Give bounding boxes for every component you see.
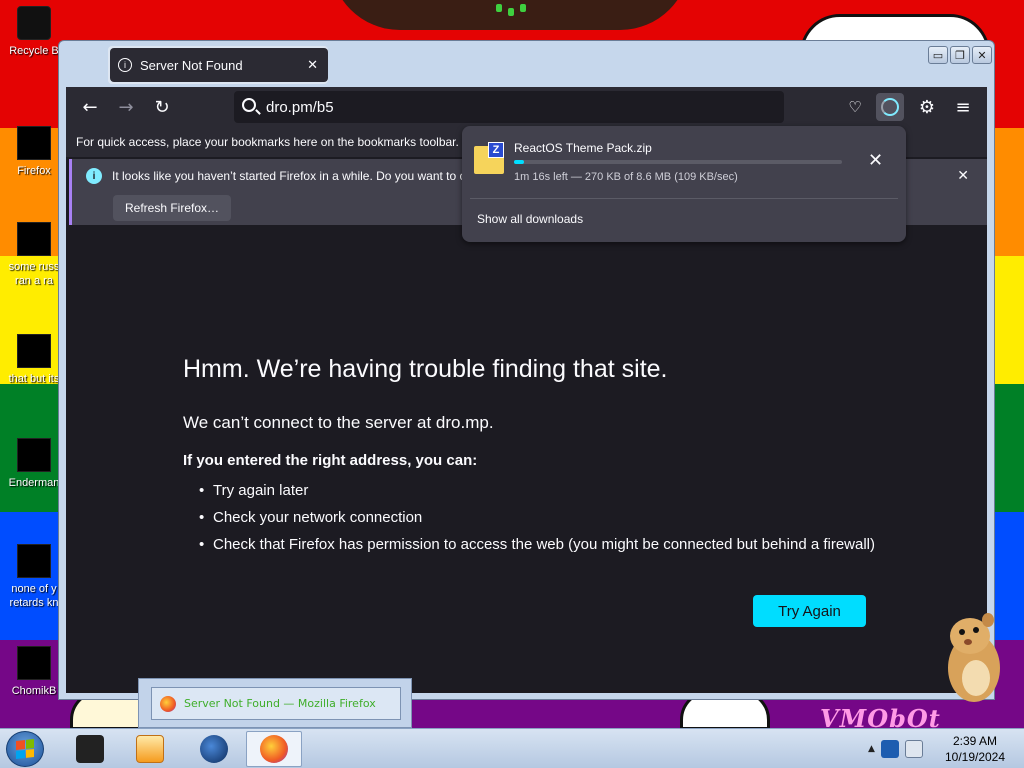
taskbar-item-browser[interactable] <box>186 731 242 767</box>
download-status: 1m 16s left — 270 KB of 8.6 MB (109 KB/s… <box>514 171 738 183</box>
notification-message: It looks like you haven’t started Firefo… <box>112 169 466 183</box>
bookmarks-hint: For quick access, place your bookmarks h… <box>76 135 463 149</box>
taskbar-preview-item[interactable]: Server Not Found — Mozilla Firefox <box>151 687 401 720</box>
tab-title-label: Server Not Found <box>140 57 243 73</box>
divider <box>470 198 898 199</box>
suggestions-heading: If you entered the right address, you ca… <box>183 452 478 469</box>
firefox-icon <box>260 735 288 763</box>
list-item: Check that Firefox has permission to acc… <box>183 536 875 554</box>
desktop-icon-recycle-bin[interactable]: Recycle B <box>4 6 64 58</box>
desktop-icon-label: that but its <box>8 373 60 385</box>
pocket-icon[interactable]: ♡ <box>843 95 867 119</box>
folder-icon <box>76 735 104 763</box>
clock-date: 10/19/2024 <box>944 750 1006 764</box>
cancel-download-icon[interactable]: ✕ <box>868 150 883 171</box>
download-progress-fill <box>514 160 524 164</box>
desktop-icon-chomik[interactable]: ChomikB <box>4 646 64 698</box>
download-progress-bar <box>514 160 842 164</box>
download-progress-icon <box>881 98 899 116</box>
error-page: Hmm. We’re having trouble finding that s… <box>66 227 987 693</box>
close-button[interactable]: ✕ <box>972 46 992 64</box>
shortcut-icon <box>17 222 51 256</box>
download-file-name[interactable]: ReactOS Theme Pack.zip <box>514 141 652 155</box>
volume-icon[interactable] <box>904 740 923 758</box>
desktop-icon-label: Recycle B <box>9 45 59 57</box>
error-description: We can’t connect to the server at dro.mp… <box>183 413 494 432</box>
globe-icon <box>200 735 228 763</box>
downloads-panel: Z ReactOS Theme Pack.zip 1m 16s left — 2… <box>462 126 906 242</box>
maximize-button[interactable]: ❐ <box>950 46 970 64</box>
try-again-button[interactable]: Try Again <box>753 595 866 627</box>
desktop-icon-label: Enderman <box>8 477 60 489</box>
media-player-icon <box>136 735 164 763</box>
desktop-icon-label: some russ ran a ra <box>8 261 60 287</box>
close-icon[interactable]: ✕ <box>957 167 969 184</box>
shortcut-icon <box>17 544 51 578</box>
hamster-image <box>948 613 1000 702</box>
downloads-button[interactable] <box>876 93 904 121</box>
firefox-icon <box>17 126 51 160</box>
list-item: Try again later <box>183 482 875 500</box>
suggestions-list: Try again later Check your network conne… <box>183 482 875 563</box>
shortcut-icon <box>17 646 51 680</box>
url-bar[interactable]: dro.pm/b5 <box>234 91 784 123</box>
search-icon <box>242 98 256 112</box>
zip-file-icon: Z <box>474 142 504 174</box>
shortcut-icon <box>17 334 51 368</box>
desktop-icon-shortcut[interactable]: none of y retards kn <box>4 544 64 610</box>
system-clock[interactable]: 2:39 AM 10/19/2024 <box>940 733 1010 765</box>
desktop-icon-label: none of y retards kn <box>9 583 59 609</box>
forward-icon[interactable]: → <box>114 95 138 119</box>
desktop-icon-enderman[interactable]: Enderman <box>4 438 64 490</box>
taskbar-item-firefox[interactable] <box>246 731 302 767</box>
taskbar-item-explorer[interactable] <box>62 731 118 767</box>
firefox-icon <box>160 695 176 712</box>
system-tray: ▲ <box>868 731 923 767</box>
url-text: dro.pm/b5 <box>266 98 334 116</box>
window-controls: ▭ ❐ ✕ <box>928 46 992 64</box>
desktop-icon-firefox[interactable]: Firefox <box>4 126 64 178</box>
taskbar-item-media-player[interactable] <box>122 731 178 767</box>
navigation-toolbar: ← → ↻ dro.pm/b5 ♡ ⚙ ≡ <box>66 87 987 127</box>
info-icon: i <box>118 58 132 72</box>
wallpaper-character <box>330 0 690 30</box>
reload-icon[interactable]: ↻ <box>150 95 174 119</box>
desktop-icon-label: ChomikB <box>11 685 57 697</box>
windows-logo-icon <box>16 739 34 759</box>
page-title: Hmm. We’re having trouble finding that s… <box>183 355 668 383</box>
tray-expand-icon[interactable]: ▲ <box>868 744 875 754</box>
clock-time: 2:39 AM <box>952 734 998 748</box>
desktop-icon-shortcut[interactable]: that but its <box>4 334 64 386</box>
recycle-bin-icon <box>17 6 51 40</box>
folder-icon <box>17 438 51 472</box>
tab-server-not-found[interactable]: i Server Not Found ✕ <box>110 48 328 82</box>
tooltip-label: Server Not Found — Mozilla Firefox <box>184 697 376 710</box>
taskbar-preview-tooltip: Server Not Found — Mozilla Firefox <box>138 678 412 728</box>
network-icon[interactable] <box>880 740 899 758</box>
extensions-icon[interactable]: ⚙ <box>915 95 939 119</box>
info-icon: i <box>86 168 102 184</box>
desktop-icon-label: Firefox <box>17 165 51 177</box>
show-all-downloads-button[interactable]: Show all downloads <box>477 212 583 226</box>
start-button[interactable] <box>6 731 44 767</box>
minimize-button[interactable]: ▭ <box>928 46 948 64</box>
taskbar: ▲ 2:39 AM 10/19/2024 <box>0 728 1024 768</box>
close-icon[interactable]: ✕ <box>307 57 318 73</box>
refresh-firefox-button[interactable]: Refresh Firefox… <box>113 195 232 221</box>
menu-icon[interactable]: ≡ <box>951 95 975 119</box>
list-item: Check your network connection <box>183 509 875 527</box>
back-icon[interactable]: ← <box>78 95 102 119</box>
desktop-icon-shortcut[interactable]: some russ ran a ra <box>4 222 64 288</box>
